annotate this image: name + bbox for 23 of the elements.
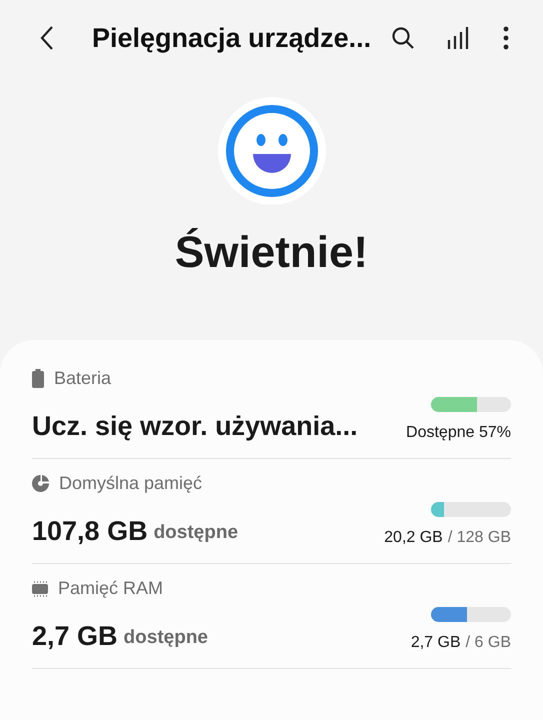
value-text: Ucz. się wzor. używania... (32, 411, 358, 442)
page-title: Pielęgnacja urządze... (92, 22, 372, 54)
value-text: 2,7 GB (32, 621, 118, 652)
chip-icon (32, 580, 48, 596)
more-icon (501, 26, 512, 50)
usage-reading: Dostępne 57% (406, 424, 511, 441)
unit-text: dostępne (154, 522, 238, 544)
section-label: Bateria (54, 368, 112, 389)
usage-total: / 128 GB (448, 529, 511, 546)
usage-total: / 6 GB (466, 634, 511, 651)
section-label: Domyślna pamięć (59, 473, 202, 494)
usage-reading: 2,7 GB (410, 634, 461, 651)
status-heading: Świetnie! (174, 228, 368, 278)
unit-text: dostępne (124, 627, 208, 649)
battery-icon (32, 369, 44, 388)
value-text: 107,8 GB (32, 516, 148, 547)
search-icon (391, 26, 416, 50)
pie-chart-icon (32, 475, 49, 492)
bar-chart-icon (447, 26, 470, 50)
back-icon (40, 25, 54, 51)
usage-reading: 20,2 GB (384, 529, 443, 546)
smiley-icon (216, 96, 326, 206)
section-label: Pamięć RAM (58, 578, 164, 599)
